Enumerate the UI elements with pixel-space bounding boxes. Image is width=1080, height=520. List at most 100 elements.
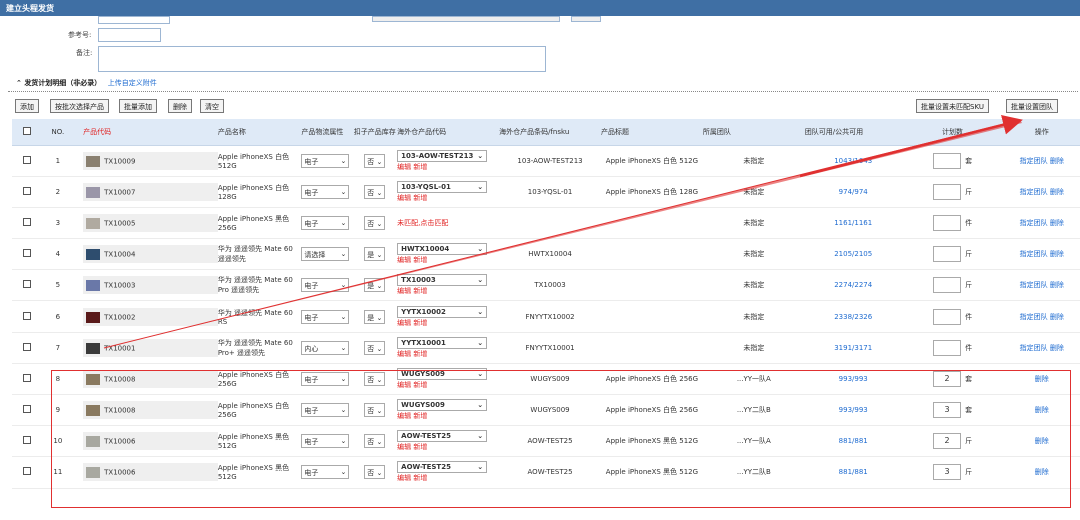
- row-checkbox[interactable]: [23, 186, 32, 195]
- logistics-select[interactable]: 电子 ⌄: [301, 215, 350, 230]
- wh-code-select[interactable]: HWTX10004 ⌄: [397, 243, 488, 256]
- row-no: 5: [42, 269, 74, 302]
- stock-select[interactable]: 否 ⌄: [364, 215, 386, 230]
- stock-value: 否: [367, 344, 375, 353]
- stock-select[interactable]: 是 ⌄: [364, 278, 386, 293]
- upload-link[interactable]: 上传自定义附件: [108, 79, 157, 87]
- row-delete-link[interactable]: 删除: [1050, 313, 1064, 321]
- row-checkbox[interactable]: [23, 155, 32, 164]
- product-name: Apple iPhoneXS 白色 512G: [217, 145, 302, 177]
- clear-button[interactable]: 清空: [200, 99, 224, 113]
- team: 未指定: [702, 238, 805, 271]
- by-batch-button[interactable]: 按批次选择产品: [50, 99, 109, 113]
- wh-code-select[interactable]: YYTX10001 ⌄: [397, 336, 488, 349]
- plan-qty-input[interactable]: [933, 308, 962, 325]
- stock-select[interactable]: 否 ⌄: [364, 340, 386, 355]
- edit-link[interactable]: 编辑: [397, 194, 411, 202]
- table-row[interactable]: 4 TX10004 华为 遥遥领先 Mate 60 遥遥领先 请选择 ⌄ 是 ⌄…: [12, 238, 1080, 271]
- stock-select[interactable]: 否 ⌄: [364, 153, 386, 168]
- row-delete-link[interactable]: 删除: [1050, 188, 1064, 196]
- product-code: TX10003: [104, 281, 136, 290]
- edit-link[interactable]: 编辑: [397, 350, 411, 358]
- assign-team-link[interactable]: 指定团队: [1020, 188, 1048, 196]
- select-all-checkbox[interactable]: [23, 126, 32, 135]
- plan-qty-input[interactable]: [933, 277, 962, 294]
- remark-textarea[interactable]: [98, 46, 546, 72]
- new-link[interactable]: 新增: [413, 163, 427, 171]
- edit-link[interactable]: 编辑: [397, 287, 411, 295]
- new-link[interactable]: 新增: [413, 194, 427, 202]
- team: 未指定: [702, 269, 805, 302]
- row-delete-link[interactable]: 删除: [1050, 250, 1064, 258]
- edit-link[interactable]: 编辑: [397, 256, 411, 264]
- plan-qty-input[interactable]: [933, 152, 962, 169]
- logistics-select[interactable]: 电子 ⌄: [301, 278, 350, 293]
- assign-team-link[interactable]: 指定团队: [1020, 313, 1048, 321]
- table-row[interactable]: 3 TX10005 Apple iPhoneXS 黑色 256G 电子 ⌄ 否 …: [12, 207, 1080, 240]
- batch-team-button[interactable]: 批量设置团队: [1006, 99, 1058, 113]
- row-checkbox[interactable]: [23, 217, 32, 226]
- new-link[interactable]: 新增: [413, 350, 427, 358]
- row-delete-link[interactable]: 删除: [1050, 344, 1064, 352]
- unmatched-link[interactable]: 未匹配,点击匹配: [397, 219, 448, 227]
- top-input-right[interactable]: [571, 16, 601, 22]
- plan-qty-input[interactable]: [933, 183, 962, 200]
- product-name: 华为 遥遥领先 Mate 60 RS: [217, 300, 302, 333]
- unit-label: 斤: [965, 187, 973, 196]
- assign-team-link[interactable]: 指定团队: [1020, 250, 1048, 258]
- new-link[interactable]: 新增: [413, 287, 427, 295]
- stock-select[interactable]: 否 ⌄: [364, 184, 386, 199]
- table-row[interactable]: 2 TX10007 Apple iPhoneXS 白色 128G 电子 ⌄ 否 …: [12, 176, 1080, 208]
- assign-team-link[interactable]: 指定团队: [1020, 344, 1048, 352]
- row-checkbox[interactable]: [23, 342, 32, 351]
- wh-code-select[interactable]: 103-AOW-TEST213 ⌄: [397, 149, 488, 162]
- table-row[interactable]: 5 TX10003 华为 遥遥领先 Mate 60 Pro 遥遥领先 电子 ⌄ …: [12, 269, 1080, 302]
- logistics-select[interactable]: 电子 ⌄: [301, 153, 350, 168]
- logistics-select[interactable]: 请选择 ⌄: [301, 247, 350, 262]
- header-select-all[interactable]: [12, 119, 43, 146]
- add-button[interactable]: 添加: [15, 99, 39, 113]
- plan-qty-input[interactable]: [933, 214, 962, 231]
- assign-team-link[interactable]: 指定团队: [1020, 219, 1048, 227]
- row-checkbox[interactable]: [23, 467, 32, 476]
- team: 未指定: [702, 207, 805, 240]
- new-link[interactable]: 新增: [413, 256, 427, 264]
- stock-select[interactable]: 是 ⌄: [364, 309, 386, 324]
- header-stock: 扣子产品库存: [352, 119, 398, 146]
- section-title[interactable]: ⌃ 发货计划明细（非必录） 上传自定义附件: [16, 78, 157, 88]
- wh-code-cell: HWTX10004 ⌄ 编辑 新增: [397, 238, 500, 271]
- new-link[interactable]: 新增: [413, 319, 427, 327]
- logistics-select[interactable]: 内心 ⌄: [301, 340, 350, 355]
- delete-button[interactable]: 删除: [168, 99, 192, 113]
- table-row[interactable]: 7 TX10001 华为 遥遥领先 Mate 60 Pro+ 遥遥领先 内心 ⌄…: [12, 332, 1080, 364]
- wh-code-select[interactable]: 103-YQSL-01 ⌄: [397, 180, 488, 193]
- plan-qty-input[interactable]: [933, 339, 962, 356]
- plan-qty-input[interactable]: [933, 246, 962, 263]
- wh-code-select[interactable]: TX10003 ⌄: [397, 274, 488, 287]
- row-checkbox[interactable]: [23, 249, 32, 258]
- row-checkbox[interactable]: [23, 405, 32, 414]
- row-checkbox[interactable]: [23, 280, 32, 289]
- table-row[interactable]: 1 TX10009 Apple iPhoneXS 白色 512G 电子 ⌄ 否 …: [12, 145, 1080, 177]
- row-delete-link[interactable]: 删除: [1050, 281, 1064, 289]
- row-checkbox[interactable]: [23, 311, 32, 320]
- row-delete-link[interactable]: 删除: [1050, 157, 1064, 165]
- top-input-left[interactable]: [98, 16, 170, 24]
- edit-link[interactable]: 编辑: [397, 319, 411, 327]
- assign-team-link[interactable]: 指定团队: [1020, 281, 1048, 289]
- row-checkbox[interactable]: [23, 436, 32, 445]
- stock-select[interactable]: 是 ⌄: [364, 247, 386, 262]
- logistics-select[interactable]: 电子 ⌄: [301, 309, 350, 324]
- product-title: [600, 238, 703, 271]
- row-delete-link[interactable]: 删除: [1050, 219, 1064, 227]
- ref-input[interactable]: [98, 28, 161, 42]
- row-checkbox[interactable]: [23, 373, 32, 382]
- table-row[interactable]: 6 TX10002 华为 遥遥领先 Mate 60 RS 电子 ⌄ 是 ⌄ YY…: [12, 300, 1080, 333]
- logistics-select[interactable]: 电子 ⌄: [301, 184, 350, 199]
- top-input-mid[interactable]: [372, 16, 560, 22]
- edit-link[interactable]: 编辑: [397, 163, 411, 171]
- assign-team-link[interactable]: 指定团队: [1020, 157, 1048, 165]
- wh-code-select[interactable]: YYTX10002 ⌄: [397, 305, 488, 318]
- batch-unmatched-sku-button[interactable]: 批量设置未匹配SKU: [916, 99, 989, 113]
- batch-add-button[interactable]: 批量添加: [119, 99, 157, 113]
